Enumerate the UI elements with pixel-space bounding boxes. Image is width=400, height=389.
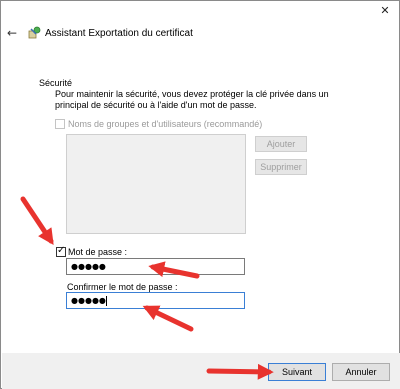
password-checkbox[interactable] — [56, 245, 66, 257]
password-checkbox-label: Mot de passe : — [68, 247, 128, 257]
confirm-password-value: ●●●●● — [71, 296, 106, 305]
section-label-security: Sécurité — [39, 78, 73, 88]
wizard-window: ✕ ← Assistant Exportation du certificat … — [0, 0, 400, 389]
password-input[interactable]: ●●●●● — [66, 258, 245, 275]
groups-checkbox[interactable] — [55, 119, 65, 129]
back-arrow-icon[interactable]: ← — [7, 26, 21, 40]
cancel-button[interactable]: Annuler — [332, 363, 390, 381]
arrow-to-confirm-input — [142, 305, 194, 332]
certificate-wizard-icon — [28, 26, 41, 39]
password-value: ●●●●● — [71, 262, 106, 271]
text-caret — [105, 295, 107, 306]
remove-button[interactable]: Supprimer — [255, 159, 307, 175]
next-button[interactable]: Suivant — [268, 363, 326, 381]
window-title: Assistant Exportation du certificat — [45, 28, 193, 39]
arrow-to-password-checkbox — [20, 196, 54, 245]
groups-checkbox-label: Noms de groupes et d'utilisateurs (recom… — [68, 119, 263, 129]
security-description: Pour maintenir la sécurité, vous devez p… — [55, 89, 329, 110]
confirm-password-input[interactable]: ●●●●● — [66, 292, 245, 309]
groups-list-box[interactable] — [66, 134, 246, 234]
add-button[interactable]: Ajouter — [255, 136, 307, 152]
close-icon[interactable]: ✕ — [377, 4, 393, 18]
confirm-password-label: Confirmer le mot de passe : — [67, 282, 178, 292]
